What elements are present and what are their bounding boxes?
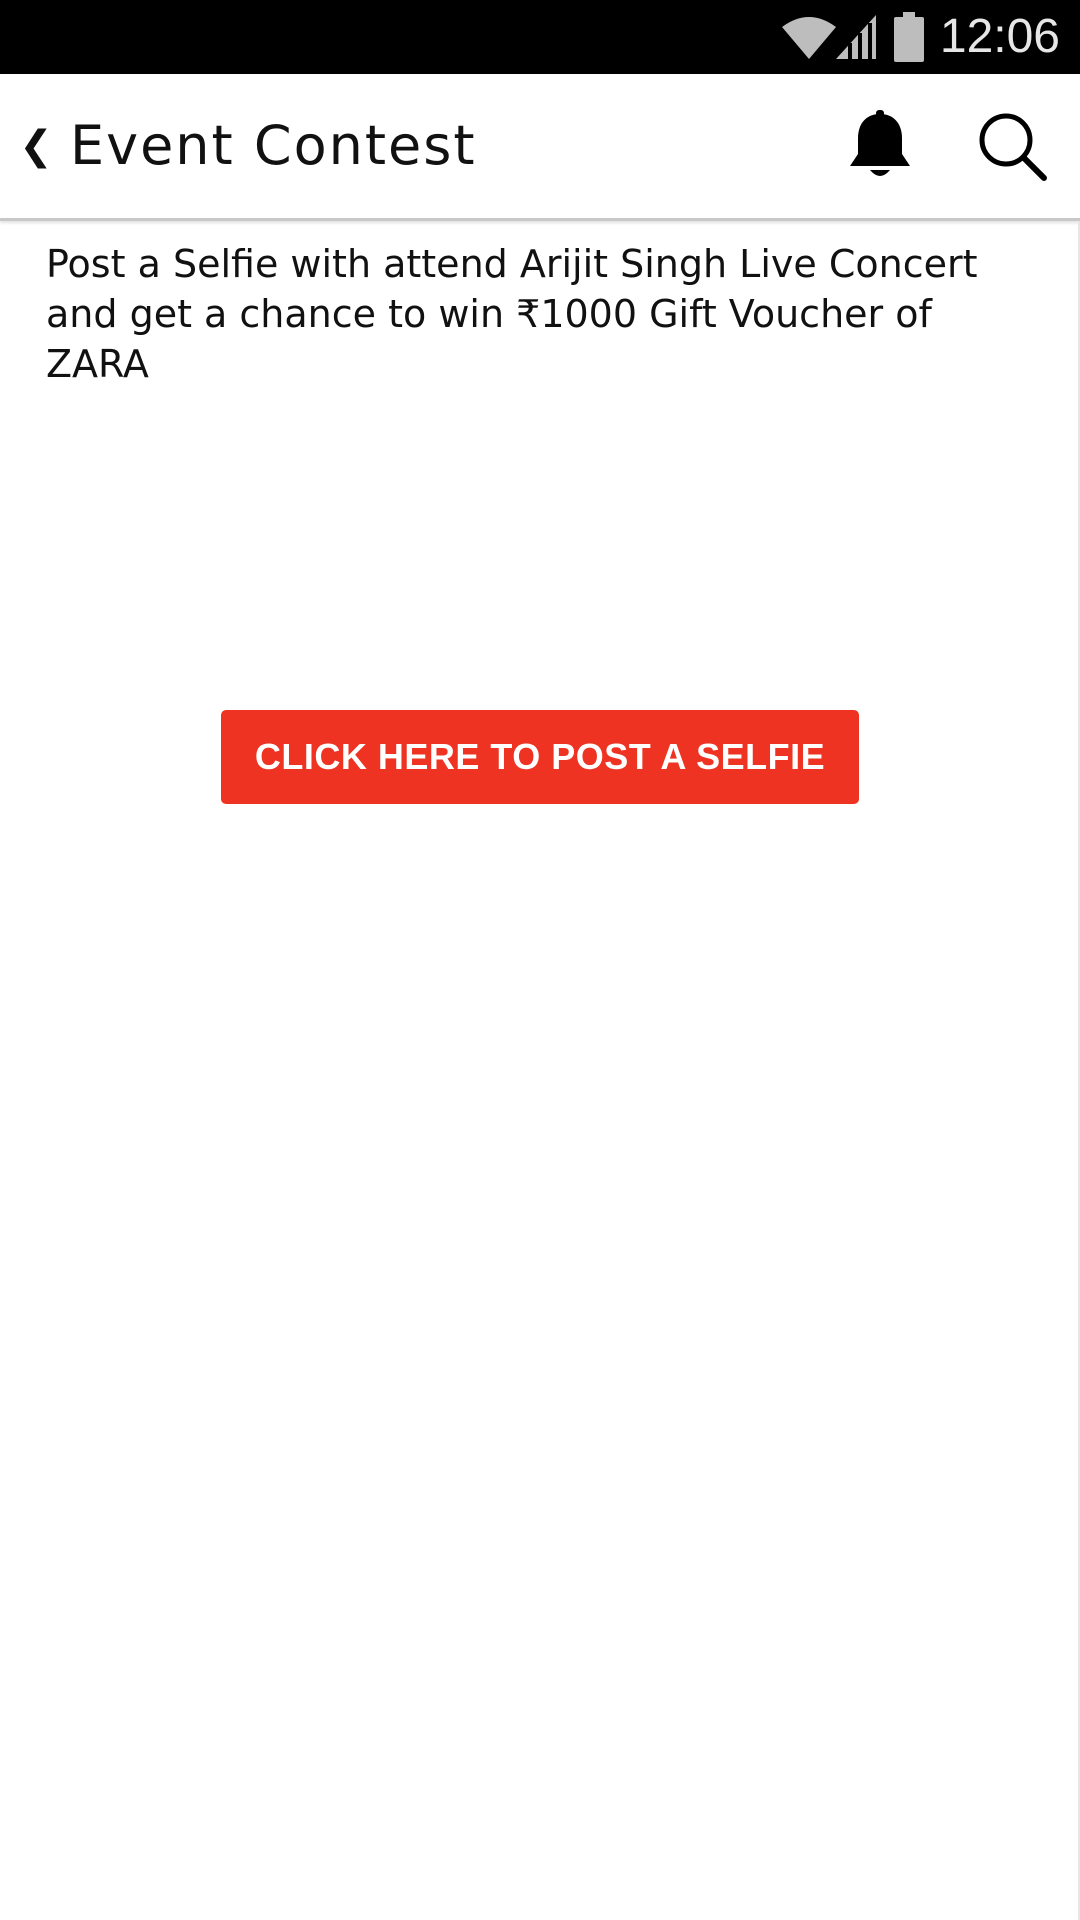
back-button[interactable]: ❮ [16, 118, 56, 174]
search-button[interactable] [976, 110, 1048, 182]
notification-button[interactable] [846, 110, 914, 182]
contest-description: Post a Selfie with attend Arijit Singh L… [46, 242, 978, 386]
status-icons: 12:06 [780, 0, 1060, 74]
status-bar: 12:06 [0, 0, 1080, 74]
contest-content: Post a Selfie with attend Arijit Singh L… [0, 221, 1080, 1920]
post-selfie-button[interactable]: CLICK HERE TO POST A SELFIE [221, 710, 859, 804]
status-time: 12:06 [939, 10, 1060, 63]
notification-bell-icon [850, 110, 910, 176]
wifi-icon [780, 13, 838, 61]
page-title: Event Contest [70, 114, 477, 177]
back-chevron-icon: ❮ [19, 123, 53, 169]
search-icon [979, 113, 1047, 181]
app-bar: ❮ Event Contest [0, 74, 1080, 221]
signal-icon [834, 13, 878, 61]
battery-icon [893, 12, 924, 62]
